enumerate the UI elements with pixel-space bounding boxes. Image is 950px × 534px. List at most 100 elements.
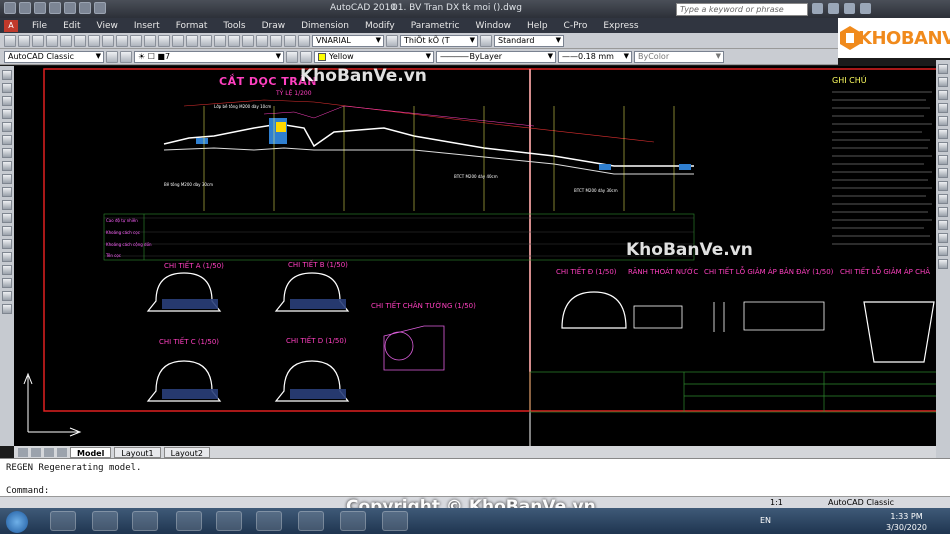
open-icon[interactable] bbox=[34, 2, 46, 14]
command-prompt[interactable]: Command: bbox=[6, 486, 49, 496]
lineweight-select[interactable]: —— 0.18 mm ▼ bbox=[558, 50, 632, 63]
construction-line-icon[interactable] bbox=[2, 83, 12, 93]
start-button[interactable] bbox=[6, 511, 28, 533]
copy-icon[interactable] bbox=[88, 34, 100, 47]
table-style-select[interactable]: Standard ▼ bbox=[494, 34, 564, 47]
linetype-select[interactable]: ———— ByLayer ▼ bbox=[436, 50, 556, 63]
open-icon[interactable] bbox=[18, 34, 30, 47]
move-icon[interactable] bbox=[938, 129, 948, 139]
undo-icon[interactable] bbox=[64, 2, 76, 14]
plot-icon[interactable] bbox=[94, 2, 106, 14]
word-icon[interactable] bbox=[176, 511, 202, 531]
previous-tab-icon[interactable] bbox=[31, 447, 41, 457]
annotation-scale[interactable]: 1:1 bbox=[770, 498, 783, 507]
pan-icon[interactable] bbox=[158, 34, 170, 47]
layer-manager-icon[interactable] bbox=[106, 50, 118, 63]
workspace-switch[interactable]: AutoCAD Classic bbox=[828, 498, 894, 507]
search-input[interactable]: Type a keyword or phrase bbox=[676, 3, 808, 16]
redo-icon[interactable] bbox=[79, 2, 91, 14]
command-window[interactable]: REGEN Regenerating model. Command: bbox=[0, 458, 950, 496]
extend-icon[interactable] bbox=[938, 194, 948, 204]
copy-object-icon[interactable] bbox=[938, 77, 948, 87]
erase-icon[interactable] bbox=[938, 64, 948, 74]
language-indicator[interactable]: EN bbox=[760, 516, 771, 525]
qnew-icon[interactable] bbox=[4, 34, 16, 47]
dim-style-select[interactable]: ThiÕt kÕ (T ▼ bbox=[400, 34, 478, 47]
fillet-icon[interactable] bbox=[938, 246, 948, 256]
arc-icon[interactable] bbox=[2, 135, 12, 145]
undo-icon[interactable] bbox=[130, 34, 142, 47]
properties-icon[interactable] bbox=[214, 34, 226, 47]
favorites-icon[interactable] bbox=[844, 3, 855, 14]
preview-icon[interactable] bbox=[60, 34, 72, 47]
menu-format[interactable]: Format bbox=[168, 21, 216, 31]
zoom-window-icon[interactable] bbox=[186, 34, 198, 47]
autocad-taskbar-icon[interactable] bbox=[298, 511, 324, 531]
trim-icon[interactable] bbox=[938, 181, 948, 191]
explode-icon[interactable] bbox=[938, 259, 948, 269]
table-icon[interactable] bbox=[2, 291, 12, 301]
menu-window[interactable]: Window bbox=[468, 21, 520, 31]
make-block-icon[interactable] bbox=[2, 226, 12, 236]
rotate-icon[interactable] bbox=[938, 142, 948, 152]
excel-icon[interactable] bbox=[216, 511, 242, 531]
match-properties-icon[interactable] bbox=[116, 34, 128, 47]
mirror-icon[interactable] bbox=[938, 90, 948, 100]
array-icon[interactable] bbox=[938, 116, 948, 126]
stretch-icon[interactable] bbox=[938, 168, 948, 178]
taskbar-app-icon[interactable] bbox=[92, 511, 118, 531]
layer-select[interactable]: ☀ ☐ ■ 7 ▼ bbox=[134, 50, 284, 63]
last-tab-icon[interactable] bbox=[57, 447, 67, 457]
offset-icon[interactable] bbox=[938, 103, 948, 113]
menu-express[interactable]: Express bbox=[595, 21, 646, 31]
taskbar-app-icon[interactable] bbox=[340, 511, 366, 531]
save-icon[interactable] bbox=[49, 2, 61, 14]
line-icon[interactable] bbox=[2, 70, 12, 80]
gradient-icon[interactable] bbox=[2, 265, 12, 275]
point-icon[interactable] bbox=[2, 239, 12, 249]
menu-view[interactable]: View bbox=[89, 21, 126, 31]
polyline-icon[interactable] bbox=[2, 96, 12, 106]
first-tab-icon[interactable] bbox=[18, 447, 28, 457]
menu-edit[interactable]: Edit bbox=[55, 21, 88, 31]
sheet-set-icon[interactable] bbox=[256, 34, 268, 47]
plotstyle-select[interactable]: ByColor ▼ bbox=[634, 50, 724, 63]
model-space-canvas[interactable]: Lớp bê tông M200 dày 10cm Bê tông M200 dà… bbox=[14, 66, 936, 446]
menu-draw[interactable]: Draw bbox=[254, 21, 294, 31]
mtext-icon[interactable] bbox=[2, 304, 12, 314]
tab-layout2[interactable]: Layout2 bbox=[163, 446, 210, 458]
layer-state-icon[interactable] bbox=[120, 50, 132, 63]
menu-modify[interactable]: Modify bbox=[357, 21, 403, 31]
autocad-icon[interactable]: A bbox=[4, 19, 18, 32]
polygon-icon[interactable] bbox=[2, 109, 12, 119]
design-center-icon[interactable] bbox=[228, 34, 240, 47]
markup-icon[interactable] bbox=[270, 34, 282, 47]
communication-center-icon[interactable] bbox=[828, 3, 839, 14]
region-icon[interactable] bbox=[2, 278, 12, 288]
text-style-select[interactable]: VNARIAL ▼ bbox=[312, 34, 384, 47]
next-tab-icon[interactable] bbox=[44, 447, 54, 457]
taskbar-app-icon[interactable] bbox=[382, 511, 408, 531]
ellipse-arc-icon[interactable] bbox=[2, 200, 12, 210]
color-select[interactable]: Yellow ▼ bbox=[314, 50, 434, 63]
revision-cloud-icon[interactable] bbox=[2, 161, 12, 171]
menu-file[interactable]: File bbox=[24, 21, 55, 31]
menu-parametric[interactable]: Parametric bbox=[403, 21, 468, 31]
redo-icon[interactable] bbox=[144, 34, 156, 47]
print-icon[interactable] bbox=[46, 34, 58, 47]
taskbar-app-icon[interactable] bbox=[50, 511, 76, 531]
help-icon[interactable] bbox=[860, 3, 871, 14]
new-icon[interactable] bbox=[19, 2, 31, 14]
tab-layout1[interactable]: Layout1 bbox=[114, 446, 161, 458]
cut-icon[interactable] bbox=[74, 34, 86, 47]
tab-model[interactable]: Model bbox=[70, 446, 112, 458]
circle-icon[interactable] bbox=[2, 148, 12, 158]
clock[interactable]: 1:33 PM 3/30/2020 bbox=[886, 511, 927, 533]
zoom-previous-icon[interactable] bbox=[200, 34, 212, 47]
menu-dimension[interactable]: Dimension bbox=[293, 21, 357, 31]
insert-block-icon[interactable] bbox=[2, 213, 12, 223]
join-icon[interactable] bbox=[938, 220, 948, 230]
scale-icon[interactable] bbox=[938, 155, 948, 165]
menu-tools[interactable]: Tools bbox=[215, 21, 253, 31]
app-menu-icon[interactable] bbox=[4, 2, 16, 14]
